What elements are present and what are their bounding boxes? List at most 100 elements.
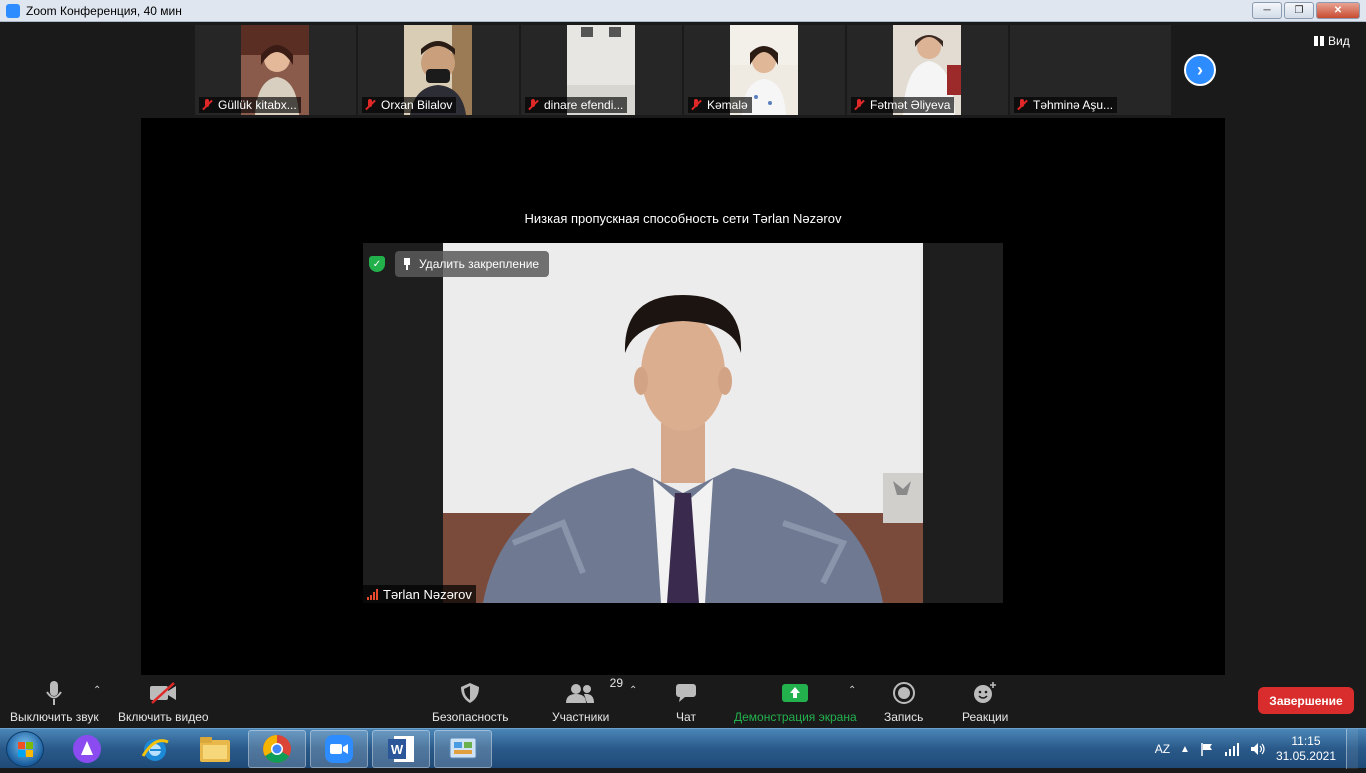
window-title: Zoom Конференция, 40 мин — [26, 3, 182, 18]
show-desktop-button[interactable] — [1346, 729, 1358, 769]
share-screen-icon — [782, 680, 809, 706]
speaker-name: Tərlan Nəzərov — [383, 586, 472, 602]
participants-icon: 29 — [565, 676, 623, 706]
view-button[interactable]: Вид — [1314, 34, 1350, 48]
show-hidden-icons-chevron-icon[interactable]: ▲ — [1180, 744, 1190, 755]
speaker-video-frame — [443, 243, 923, 603]
taskbar-file-explorer[interactable] — [186, 730, 244, 768]
reactions-icon — [973, 680, 997, 706]
reactions-button[interactable]: Реакции — [962, 680, 1008, 724]
chat-icon — [675, 680, 697, 706]
participant-tile[interactable]: Güllük kitabx... — [195, 25, 356, 115]
end-meeting-button[interactable]: Завершение — [1258, 687, 1354, 714]
participant-tile[interactable]: Orxan Bilalov — [358, 25, 519, 115]
participant-name: Təhminə Aşu... — [1033, 98, 1114, 112]
mic-muted-icon — [201, 99, 213, 111]
participant-name-label: Orxan Bilalov — [362, 97, 457, 113]
encryption-shield-icon: ✓ — [369, 256, 385, 272]
taskbar-alice-assistant[interactable] — [58, 730, 116, 768]
participants-button[interactable]: 29 Участники — [552, 676, 623, 724]
taskbar-chrome[interactable] — [248, 730, 306, 768]
mic-muted-icon — [1016, 99, 1028, 111]
audio-options-chevron-icon[interactable]: ⌃ — [93, 685, 101, 696]
share-screen-label: Демонстрация экрана — [734, 710, 857, 724]
start-video-label: Включить видео — [118, 710, 209, 724]
word-icon: W — [388, 736, 414, 762]
participants-options-chevron-icon[interactable]: ⌃ — [629, 685, 637, 696]
security-button[interactable]: Безопасность — [432, 680, 509, 724]
window-controls: ─ ❐ ✕ — [1252, 2, 1360, 19]
participant-name: Güllük kitabx... — [218, 98, 297, 112]
participant-name-label: Kəmalə — [688, 97, 752, 113]
clock-date: 31.05.2021 — [1275, 749, 1336, 763]
mic-muted-icon — [364, 99, 376, 111]
speaker-name-label: Tərlan Nəzərov — [363, 585, 476, 603]
participant-tile[interactable]: dinare efendi... — [521, 25, 682, 115]
mute-label: Выключить звук — [10, 710, 99, 724]
video-off-icon — [149, 680, 177, 706]
reactions-label: Реакции — [962, 710, 1009, 724]
chrome-icon — [263, 735, 291, 763]
shield-icon — [460, 680, 480, 706]
taskbar-control-panel[interactable] — [434, 730, 492, 768]
restore-button[interactable]: ❐ — [1284, 2, 1314, 19]
chat-button[interactable]: Чат — [675, 680, 697, 724]
signal-strength-icon — [367, 588, 378, 600]
participants-label: Участники — [552, 710, 610, 724]
participant-name: Orxan Bilalov — [381, 98, 453, 112]
zoom-app-icon — [6, 3, 20, 18]
close-button[interactable]: ✕ — [1316, 2, 1360, 19]
participant-name-label: Güllük kitabx... — [199, 97, 301, 113]
security-label: Безопасность — [432, 710, 509, 724]
mute-button[interactable]: Выключить звук — [10, 680, 99, 724]
microphone-icon — [46, 680, 63, 706]
participant-tile[interactable]: Kəmalə — [684, 25, 845, 115]
speaker-video-tile[interactable]: ✓ Удалить закрепление Tərlan Nəzərov — [363, 243, 1003, 603]
participant-name: Kəmalə — [707, 98, 748, 112]
bandwidth-notice: Низкая пропускная способность сети Tərla… — [524, 211, 842, 226]
view-label: Вид — [1328, 34, 1350, 48]
chat-label: Чат — [676, 710, 696, 724]
taskbar-zoom[interactable] — [310, 730, 368, 768]
windows-logo-icon — [18, 742, 33, 757]
record-icon — [892, 680, 915, 706]
mic-muted-icon — [853, 99, 865, 111]
participant-name-label: Fətmət Əliyeva — [851, 97, 955, 113]
taskbar-internet-explorer[interactable] — [126, 730, 184, 768]
participant-tile[interactable]: Fətmət Əliyeva — [847, 25, 1008, 115]
share-screen-button[interactable]: Демонстрация экрана — [734, 680, 857, 724]
folder-icon — [200, 737, 230, 762]
participants-count: 29 — [609, 676, 624, 690]
participants-strip: Güllük kitabx... Orxan Bilalov dinare ef… — [195, 25, 1171, 115]
unpin-button[interactable]: Удалить закрепление — [395, 251, 550, 277]
mic-muted-icon — [527, 99, 539, 111]
participant-name-label: Təhminə Aşu... — [1014, 97, 1118, 113]
action-center-flag-icon[interactable] — [1200, 742, 1214, 756]
pin-controls: ✓ Удалить закрепление — [369, 251, 550, 277]
minimize-button[interactable]: ─ — [1252, 2, 1282, 19]
system-tray: AZ ▲ 11:15 31.05.2021 — [1155, 729, 1358, 769]
main-video-area: Низкая пропускная способность сети Tərla… — [141, 118, 1225, 675]
start-button[interactable] — [6, 731, 44, 767]
network-signal-icon[interactable] — [1224, 742, 1240, 756]
start-video-button[interactable]: Включить видео — [118, 680, 209, 724]
grid-icon — [1314, 36, 1324, 46]
volume-icon[interactable] — [1250, 742, 1266, 756]
mic-muted-icon — [690, 99, 702, 111]
meeting-toolbar: Выключить звук ⌃ Включить видео Безопасн… — [0, 675, 1366, 728]
language-indicator[interactable]: AZ — [1155, 742, 1170, 756]
meeting-stage: Güllük kitabx... Orxan Bilalov dinare ef… — [0, 22, 1366, 675]
next-page-button[interactable]: › — [1184, 54, 1216, 86]
record-button[interactable]: Запись — [884, 680, 923, 724]
windows-taskbar: W AZ ▲ 11:15 31.05.2021 — [0, 728, 1366, 769]
taskbar-word[interactable]: W — [372, 730, 430, 768]
participant-name: Fətmət Əliyeva — [870, 98, 951, 112]
system-clock[interactable]: 11:15 31.05.2021 — [1276, 734, 1336, 764]
internet-explorer-icon — [141, 739, 169, 761]
record-label: Запись — [884, 710, 924, 724]
share-options-chevron-icon[interactable]: ⌃ — [848, 685, 856, 696]
participant-tile[interactable]: Təhminə Aşu... — [1010, 25, 1171, 115]
speaker-video — [443, 243, 923, 603]
unpin-label: Удалить закрепление — [419, 257, 540, 271]
svg-text:W: W — [391, 742, 404, 757]
